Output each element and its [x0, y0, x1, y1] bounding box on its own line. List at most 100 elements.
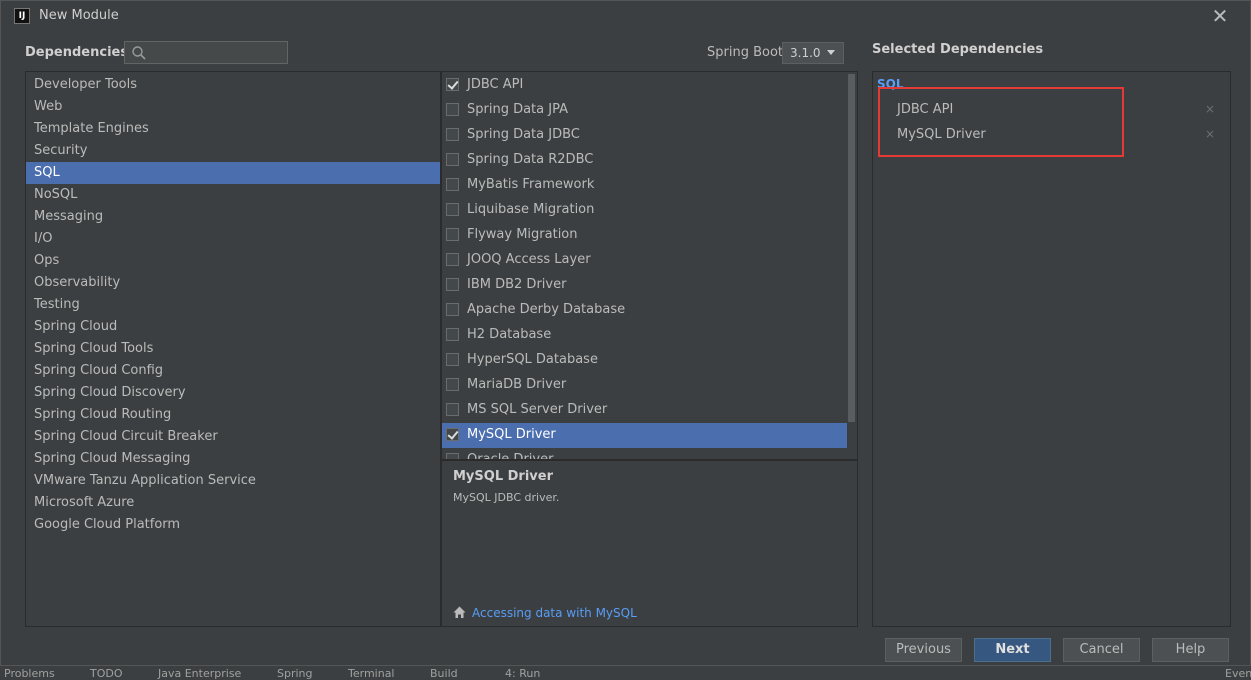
category-item[interactable]: Developer Tools [26, 74, 440, 96]
category-item[interactable]: Template Engines [26, 118, 440, 140]
home-icon [453, 606, 466, 618]
dependency-label: JDBC API [467, 77, 524, 92]
dependency-item[interactable]: MySQL Driver [442, 423, 847, 448]
tool-window-tab[interactable]: TODO [90, 667, 123, 680]
spring-boot-version-select[interactable]: 3.1.0 [782, 42, 844, 64]
category-item[interactable]: Spring Cloud Discovery [26, 382, 440, 404]
category-item[interactable]: Messaging [26, 206, 440, 228]
dependency-checkbox[interactable] [446, 428, 459, 441]
dependency-checkbox[interactable] [446, 403, 459, 416]
dependency-item[interactable]: Liquibase Migration [442, 198, 847, 223]
tool-window-tab[interactable]: Java Enterprise [158, 667, 241, 680]
category-item[interactable]: Observability [26, 272, 440, 294]
dependency-label: Flyway Migration [467, 227, 578, 242]
dependency-checkbox[interactable] [446, 328, 459, 341]
intellij-app-icon: IJ [14, 8, 30, 24]
dependency-label: MariaDB Driver [467, 377, 567, 392]
dependency-label: Oracle Driver [467, 452, 554, 460]
category-item[interactable]: Spring Cloud Tools [26, 338, 440, 360]
dependency-list: JDBC API Spring Data JPA Spring Data JDBC S… [441, 71, 858, 460]
dependency-checkbox[interactable] [446, 303, 459, 316]
dependency-checkbox[interactable] [446, 203, 459, 216]
dependency-item[interactable]: HyperSQL Database [442, 348, 847, 373]
dependency-label: MyBatis Framework [467, 177, 595, 192]
dependency-label: H2 Database [467, 327, 552, 342]
dependency-item[interactable]: Oracle Driver [442, 448, 847, 460]
category-item[interactable]: Spring Cloud Messaging [26, 448, 440, 470]
dependency-label: HyperSQL Database [467, 352, 598, 367]
dependency-item[interactable]: MariaDB Driver [442, 373, 847, 398]
description-title: MySQL Driver [453, 469, 553, 484]
dependency-checkbox[interactable] [446, 128, 459, 141]
new-module-dialog: IJ New Module ✕ Dependencies Spring Boot… [0, 0, 1251, 666]
annotation-highlight-box [878, 87, 1124, 157]
dependency-label: Liquibase Migration [467, 202, 595, 217]
next-button[interactable]: Next [974, 638, 1051, 662]
close-icon[interactable]: ✕ [1208, 4, 1232, 28]
category-item[interactable]: Microsoft Azure [26, 492, 440, 514]
dependency-checkbox[interactable] [446, 228, 459, 241]
previous-button[interactable]: Previous [885, 638, 962, 662]
guide-link-text[interactable]: Accessing data with MySQL [472, 606, 637, 620]
dependency-item[interactable]: MyBatis Framework [442, 173, 847, 198]
category-item[interactable]: NoSQL [26, 184, 440, 206]
category-item[interactable]: Spring Cloud Config [26, 360, 440, 382]
dependency-label: MS SQL Server Driver [467, 402, 608, 417]
dependency-checkbox[interactable] [446, 103, 459, 116]
dependency-item[interactable]: Flyway Migration [442, 223, 847, 248]
dependency-checkbox[interactable] [446, 253, 459, 266]
dependency-item[interactable]: JDBC API [442, 73, 847, 98]
tool-window-tab[interactable]: 4: Run [505, 667, 540, 680]
tool-window-tab[interactable]: Event [1225, 667, 1251, 680]
dependency-item[interactable]: JOOQ Access Layer [442, 248, 847, 273]
dependency-item[interactable]: Apache Derby Database [442, 298, 847, 323]
dependency-label: Spring Data R2DBC [467, 152, 594, 167]
category-item[interactable]: Spring Cloud Circuit Breaker [26, 426, 440, 448]
dependency-checkbox[interactable] [446, 153, 459, 166]
tool-window-tab[interactable]: Terminal [348, 667, 395, 680]
dependency-checkbox[interactable] [446, 378, 459, 391]
category-item[interactable]: Google Cloud Platform [26, 514, 440, 536]
category-item[interactable]: Web [26, 96, 440, 118]
category-item[interactable]: Security [26, 140, 440, 162]
selected-dependencies-label: Selected Dependencies [872, 42, 1044, 57]
title-bar: IJ New Module ✕ [1, 1, 1250, 31]
dependency-item[interactable]: IBM DB2 Driver [442, 273, 847, 298]
ide-tool-window-bar: Problems TODO Java Enterprise Spring Termina… [0, 666, 1251, 680]
category-item[interactable]: VMware Tanzu Application Service [26, 470, 440, 492]
dependency-item[interactable]: MS SQL Server Driver [442, 398, 847, 423]
category-list: Developer Tools Web Template Engines Securi… [25, 71, 441, 627]
category-item[interactable]: Spring Cloud Routing [26, 404, 440, 426]
category-item[interactable]: Testing [26, 294, 440, 316]
dependency-checkbox[interactable] [446, 78, 459, 91]
dependency-item[interactable]: H2 Database [442, 323, 847, 348]
dependency-label: Spring Data JDBC [467, 127, 580, 142]
dependency-search-input[interactable] [124, 41, 288, 64]
category-item[interactable]: Spring Cloud [26, 316, 440, 338]
category-item[interactable]: I/O [26, 228, 440, 250]
dependency-item[interactable]: Spring Data JDBC [442, 123, 847, 148]
dependency-checkbox[interactable] [446, 178, 459, 191]
dependency-item[interactable]: Spring Data JPA [442, 98, 847, 123]
remove-mysql-driver-icon[interactable]: × [1205, 127, 1215, 141]
tool-window-tab[interactable]: Spring [277, 667, 313, 680]
chevron-down-icon [827, 50, 835, 55]
remove-jdbc-api-icon[interactable]: × [1205, 102, 1215, 116]
category-item[interactable]: SQL [26, 162, 440, 184]
dependency-checkbox[interactable] [446, 278, 459, 291]
dialog-title: New Module [39, 8, 119, 23]
dependency-checkbox[interactable] [446, 353, 459, 366]
dependency-item[interactable]: Spring Data R2DBC [442, 148, 847, 173]
dependency-list-scrollbar[interactable] [848, 74, 855, 422]
tool-window-tab[interactable]: Build [430, 667, 458, 680]
dependency-checkbox[interactable] [446, 453, 459, 459]
help-button[interactable]: Help [1152, 638, 1229, 662]
category-item[interactable]: Ops [26, 250, 440, 272]
dependency-label: JOOQ Access Layer [467, 252, 591, 267]
cancel-button[interactable]: Cancel [1063, 638, 1140, 662]
tool-window-tab[interactable]: Problems [4, 667, 55, 680]
dependency-label: MySQL Driver [467, 427, 556, 442]
search-icon [132, 46, 146, 60]
dependency-description-panel: MySQL Driver MySQL JDBC driver. Accessin… [441, 460, 858, 627]
dependencies-label: Dependencies [25, 45, 129, 60]
